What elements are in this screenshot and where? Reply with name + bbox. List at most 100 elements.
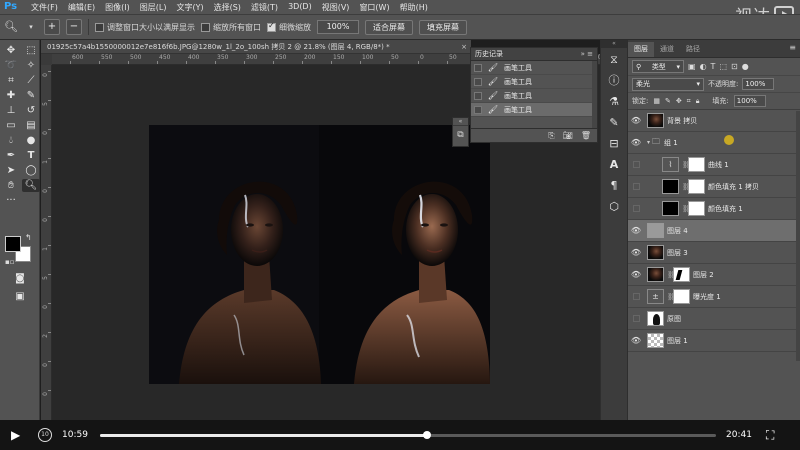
marquee-tool-icon[interactable]: ⬚ <box>22 44 40 57</box>
layer-thumbnail[interactable] <box>662 179 679 194</box>
eye-icon[interactable]: 👁︎ <box>628 336 644 345</box>
history-brush-tool-icon[interactable]: ↺ <box>22 104 40 117</box>
curves-adjustment-icon[interactable]: ⌇ <box>662 157 679 172</box>
checkbox-box[interactable] <box>267 21 276 32</box>
opacity-field[interactable]: 100% <box>742 78 775 90</box>
layer-mask-thumbnail[interactable] <box>673 267 690 282</box>
lock-all-icon[interactable]: 🔒︎ <box>696 97 700 106</box>
menu-item[interactable]: 选择(S) <box>209 2 246 13</box>
info-icon[interactable]: ⓘ <box>603 72 625 90</box>
brush-settings-icon[interactable]: ✎ <box>603 114 625 132</box>
history-source-box[interactable] <box>474 91 482 100</box>
layer-row[interactable]: 👁︎ 图层 4 <box>628 220 800 242</box>
vertical-ruler[interactable]: 0 5 0 1 0 0 1 5 0 2 0 0 <box>41 65 52 420</box>
layer-row[interactable]: ⛓︎ 颜色填充 1 <box>628 198 800 220</box>
menu-item[interactable]: 视图(V) <box>317 2 355 13</box>
eye-icon[interactable]: 👁︎ <box>628 116 644 125</box>
layer-thumbnail[interactable] <box>647 311 664 326</box>
eye-icon[interactable]: 👁︎ <box>628 248 644 257</box>
trash-icon[interactable]: 🗑︎ <box>581 131 591 140</box>
history-panel-icon[interactable]: ⧉ <box>453 126 468 144</box>
layer-row[interactable]: ± ⛓︎ 曝光度 1 <box>628 286 800 308</box>
blend-mode-select[interactable]: 柔光 ▾ <box>632 77 704 91</box>
layer-mask-thumbnail[interactable] <box>688 179 705 194</box>
layer-row[interactable]: 👁︎ 图层 3 <box>628 242 800 264</box>
snapshot-camera-icon[interactable]: 📷︎ <box>563 131 573 140</box>
fill-field[interactable]: 100% <box>733 95 766 107</box>
filter-toggle-icon[interactable]: ● <box>742 62 749 71</box>
adjustments-icon[interactable]: ⚗︎ <box>603 93 625 111</box>
lock-transparent-icon[interactable]: ▦ <box>653 97 660 105</box>
menu-item[interactable]: 文件(F) <box>26 2 63 13</box>
menu-item[interactable]: 图层(L) <box>135 2 172 13</box>
paragraph-icon[interactable]: ¶ <box>603 177 625 195</box>
layer-row[interactable]: 👁︎ 图层 1 <box>628 330 800 352</box>
history-state[interactable]: 🖌︎ 画笔工具 <box>471 61 597 75</box>
visibility-toggle-off[interactable] <box>633 183 640 190</box>
ruler-origin[interactable] <box>41 54 52 65</box>
history-scrollbar[interactable] <box>592 61 597 129</box>
layer-row[interactable]: 👁︎ ▾ 🗀︎ 组 1 <box>628 132 800 154</box>
lock-position-icon[interactable]: ✥ <box>676 97 682 105</box>
layers-scrollbar[interactable] <box>796 111 800 361</box>
swap-colors-icon[interactable]: ↰ <box>25 233 32 242</box>
history-source-box[interactable] <box>474 63 482 72</box>
gradient-tool-icon[interactable]: ▤ <box>22 119 40 132</box>
layer-row[interactable]: ⌇ ⛓︎ 曲线 1 <box>628 154 800 176</box>
menu-item[interactable]: 窗口(W) <box>354 2 394 13</box>
exposure-adjustment-icon[interactable]: ± <box>647 289 664 304</box>
tab-layers[interactable]: 图层 <box>628 42 654 57</box>
new-document-from-state-icon[interactable]: ⎘ <box>548 131 554 141</box>
menu-item[interactable]: 文字(Y) <box>171 2 208 13</box>
pen-tool-icon[interactable]: ✒ <box>2 149 20 162</box>
default-colors-icon[interactable]: ▪▫ <box>5 258 15 266</box>
panel-menu-icon[interactable]: » ≡ <box>581 50 593 58</box>
fullscreen-icon[interactable]: ⛶ <box>766 428 774 443</box>
menu-lines[interactable]: ≡ <box>587 50 593 58</box>
history-dock-icon[interactable]: ⧖ <box>603 51 625 69</box>
progress-knob[interactable] <box>423 430 432 439</box>
layer-thumbnail[interactable] <box>647 333 664 348</box>
layer-row[interactable]: ⛓︎ 颜色填充 1 拷贝 <box>628 176 800 198</box>
clone-stamp-tool-icon[interactable]: ⊥ <box>2 104 20 117</box>
magic-wand-tool-icon[interactable]: ✧ <box>22 59 40 72</box>
blur-tool-icon[interactable]: 💧︎ <box>2 134 20 147</box>
move-tool-icon[interactable]: ✥ <box>2 44 20 57</box>
visibility-toggle-off[interactable] <box>633 161 640 168</box>
menu-item[interactable]: 滤镜(T) <box>246 2 283 13</box>
zoom-out-icon[interactable]: − <box>66 19 82 35</box>
checkbox-box[interactable] <box>201 22 210 32</box>
resize-windows-checkbox[interactable]: 调整窗口大小以满屏显示 <box>95 22 195 33</box>
zoom-all-windows-checkbox[interactable]: 缩放所有窗口 <box>201 22 261 33</box>
filter-pixel-icon[interactable]: ▣ <box>688 62 696 71</box>
lasso-tool-icon[interactable]: ➰ <box>2 59 20 72</box>
zoom-tool-icon[interactable]: 🔍︎ <box>4 20 18 34</box>
chevron-down-icon[interactable]: ▾ <box>647 139 650 146</box>
visibility-toggle-off[interactable] <box>633 205 640 212</box>
scrubby-zoom-checkbox[interactable]: 细微缩放 <box>267 21 311 33</box>
character-icon[interactable]: A <box>603 156 625 174</box>
filter-kind-select[interactable]: ⚲ 类型 ▾ <box>632 60 684 73</box>
eye-icon[interactable]: 👁︎ <box>628 138 644 147</box>
layer-row[interactable]: 👁︎ 背景 拷贝 <box>628 110 800 132</box>
layer-mask-thumbnail[interactable] <box>688 157 705 172</box>
layer-thumbnail[interactable] <box>647 113 664 128</box>
filter-type-icon[interactable]: T <box>711 62 716 71</box>
more-tools-icon[interactable]: ··· <box>2 194 20 207</box>
eyedropper-tool-icon[interactable]: ⟋ <box>22 74 40 87</box>
tab-paths[interactable]: 路径 <box>680 42 706 57</box>
document-tab[interactable]: 01925c57a4b1550000012e7e816f6b.JPG@1280w… <box>41 40 471 54</box>
replay-10-icon[interactable]: 10 <box>38 428 52 442</box>
history-state[interactable]: 🖌︎ 画笔工具 <box>471 89 597 103</box>
visibility-toggle-off[interactable] <box>633 293 640 300</box>
history-state[interactable]: 🖌︎ 画笔工具 <box>471 103 597 117</box>
brush-presets-icon[interactable]: ⊟ <box>603 135 625 153</box>
filter-smart-object-icon[interactable]: ⊡ <box>731 62 738 71</box>
eye-icon[interactable]: 👁︎ <box>628 226 644 235</box>
tab-channels[interactable]: 通道 <box>654 42 680 57</box>
lock-image-icon[interactable]: ✎ <box>665 97 671 105</box>
layer-mask-thumbnail[interactable] <box>673 289 690 304</box>
zoom-percent-field[interactable]: 100% <box>317 20 359 34</box>
layer-row[interactable]: 原图 <box>628 308 800 330</box>
zoom-tool-active-icon[interactable]: 🔍︎ <box>22 179 40 192</box>
